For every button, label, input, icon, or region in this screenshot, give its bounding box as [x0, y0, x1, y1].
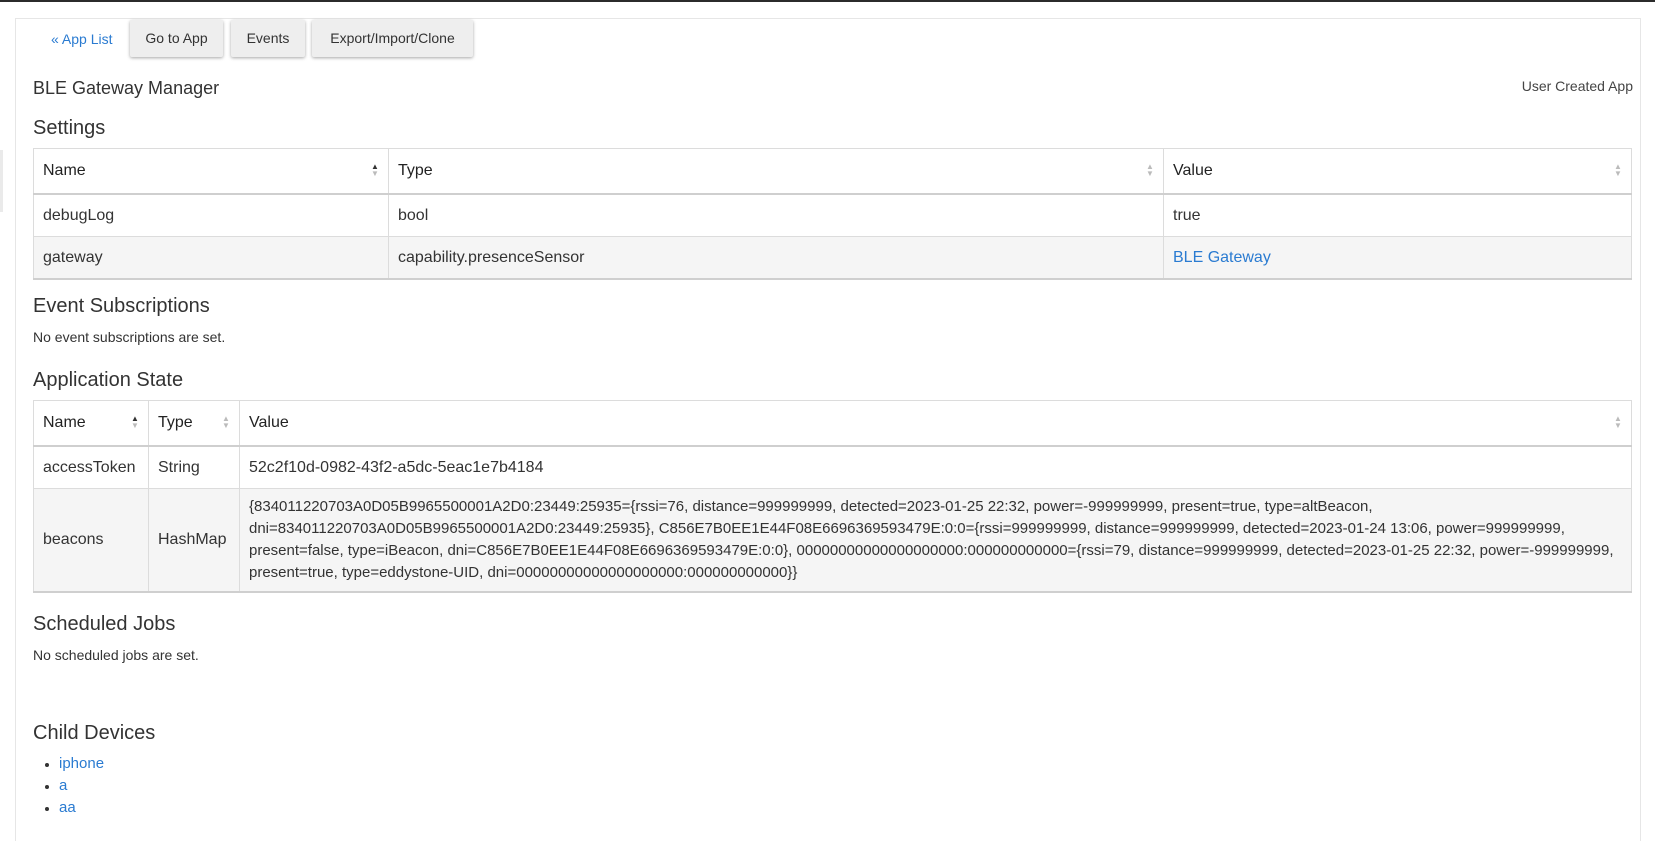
settings-heading: Settings [33, 117, 106, 139]
child-device-link[interactable]: iphone [59, 755, 104, 772]
sort-icon[interactable]: ▲ ▼ [222, 415, 230, 431]
export-import-clone-button[interactable]: Export/Import/Clone [312, 20, 473, 57]
list-item: a [59, 775, 104, 797]
sort-icon[interactable]: ▲ ▼ [131, 415, 139, 431]
state-col-type[interactable]: Type ▲ ▼ [148, 400, 240, 447]
app-list-link[interactable]: « App List [51, 31, 113, 47]
sort-icon[interactable]: ▲ ▼ [371, 163, 379, 179]
state-col-name[interactable]: Name ▲ ▼ [33, 400, 149, 447]
go-to-app-button[interactable]: Go to App [130, 20, 223, 57]
gateway-device-link[interactable]: BLE Gateway [1173, 249, 1271, 266]
event-subscriptions-note: No event subscriptions are set. [33, 329, 226, 345]
app-title: BLE Gateway Manager [33, 78, 220, 98]
panel-top-edge [15, 18, 1641, 19]
column-label: Type [158, 414, 193, 431]
state-value: {834011220703A0D05B9965500001A2D0:23449:… [239, 488, 1632, 593]
table-row: debugLog bool true [33, 193, 1632, 237]
table-row: beacons HashMap {834011220703A0D05B99655… [33, 488, 1632, 593]
setting-type: capability.presenceSensor [388, 236, 1164, 280]
column-label: Name [43, 162, 86, 179]
application-state-table: Name ▲ ▼ Type ▲ ▼ Value ▲ ▼ accessToken Str… [33, 400, 1632, 593]
panel-left-edge [15, 18, 16, 841]
sort-icon[interactable]: ▲ ▼ [1614, 415, 1622, 431]
table-row: accessToken String 52c2f10d-0982-43f2-a5… [33, 445, 1632, 489]
column-label: Name [43, 414, 86, 431]
top-border [0, 0, 1655, 2]
child-device-link[interactable]: aa [59, 799, 76, 816]
sort-icon[interactable]: ▲ ▼ [1146, 163, 1154, 179]
state-name: beacons [33, 488, 149, 593]
setting-type: bool [388, 193, 1164, 237]
events-button[interactable]: Events [231, 20, 305, 57]
column-label: Value [249, 414, 289, 431]
settings-col-name[interactable]: Name ▲ ▼ [33, 148, 389, 195]
child-devices-list: iphone a aa [33, 753, 104, 819]
panel-right-edge [1640, 18, 1641, 841]
child-devices-heading: Child Devices [33, 722, 156, 744]
application-state-heading: Application State [33, 369, 184, 391]
state-type: String [148, 445, 240, 489]
list-item: aa [59, 797, 104, 819]
column-label: Value [1173, 162, 1213, 179]
scheduled-jobs-note: No scheduled jobs are set. [33, 647, 199, 663]
setting-name: debugLog [33, 193, 389, 237]
state-col-value[interactable]: Value ▲ ▼ [239, 400, 1632, 447]
setting-value: BLE Gateway [1163, 236, 1632, 280]
column-label: Type [398, 162, 433, 179]
table-row: gateway capability.presenceSensor BLE Ga… [33, 236, 1632, 280]
child-device-link[interactable]: a [59, 777, 67, 794]
app-type-label: User Created App [1521, 78, 1633, 94]
settings-col-type[interactable]: Type ▲ ▼ [388, 148, 1164, 195]
left-scroll-strip [0, 150, 3, 212]
sort-icon[interactable]: ▲ ▼ [1614, 163, 1622, 179]
state-name: accessToken [33, 445, 149, 489]
setting-value: true [1163, 193, 1632, 237]
setting-name: gateway [33, 236, 389, 280]
settings-table: Name ▲ ▼ Type ▲ ▼ Value ▲ ▼ debugLog bool t… [33, 148, 1632, 280]
scheduled-jobs-heading: Scheduled Jobs [33, 613, 176, 635]
event-subscriptions-heading: Event Subscriptions [33, 295, 210, 317]
state-value: 52c2f10d-0982-43f2-a5dc-5eac1e7b4184 [239, 445, 1632, 489]
state-type: HashMap [148, 488, 240, 593]
list-item: iphone [59, 753, 104, 775]
settings-col-value[interactable]: Value ▲ ▼ [1163, 148, 1632, 195]
